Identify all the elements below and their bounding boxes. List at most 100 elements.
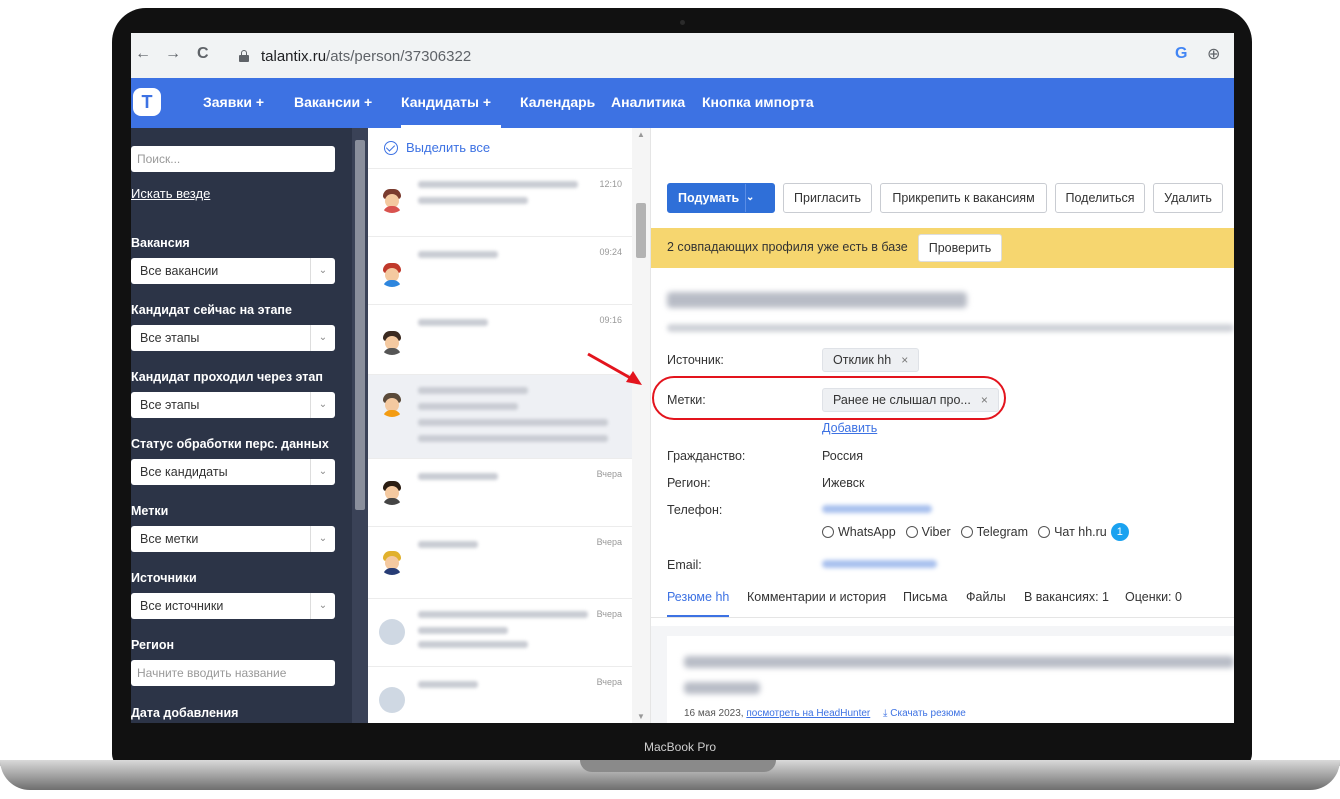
chevron-down-icon[interactable]: ⌄ [745,184,774,212]
candidate-detail: Подумать ⌄ Пригласить Прикрепить к вакан… [651,128,1234,723]
source-chip[interactable]: Отклик hh × [822,348,920,372]
telegram-icon [960,526,973,538]
scrollbar-thumb[interactable] [636,203,646,258]
nav-calendar[interactable]: Календарь [520,94,595,110]
list-item[interactable]: Вчера [368,526,634,598]
phone-value[interactable] [822,505,932,513]
avatar [379,687,405,713]
search-input[interactable]: Поиск... [131,146,335,172]
list-item[interactable]: 09:24 [368,236,634,304]
tab-files[interactable]: Файлы [966,590,1006,604]
filter-label-passed-stage: Кандидат проходил через этап [131,370,323,384]
lock-icon [239,50,249,62]
chevron-down-icon: ⌄ [310,593,335,619]
forward-icon[interactable]: → [165,45,181,63]
back-icon[interactable]: ← [135,45,151,63]
scroll-up-icon[interactable]: ▲ [637,130,645,139]
invite-button[interactable]: Пригласить [783,183,872,213]
list-scrollbar[interactable]: ▲ ▼ [632,128,650,723]
candidate-time: 09:24 [599,247,622,257]
filter-select-tags[interactable]: Все метки ⌄ [131,526,335,552]
filter-value: Все этапы [140,398,200,412]
resume-card: 16 мая 2023, посмотреть на HeadHunter ⤓ … [667,636,1234,723]
chevron-down-icon: ⌄ [310,392,335,418]
list-item[interactable]: Вчера [368,458,634,526]
avatar [379,261,405,287]
search-everywhere-link[interactable]: Искать везде [131,186,210,201]
telegram-link[interactable]: Telegram [960,525,1028,539]
nav-candidates[interactable]: Кандидаты + [401,94,491,110]
browser-toolbar: ← → C talantix.ru/ats/person/37306322 G … [131,33,1234,79]
reload-icon[interactable]: C [197,45,209,63]
sidebar-scrollbar[interactable] [352,128,368,723]
filter-label-date-added: Дата добавления [131,706,239,720]
citizenship-label: Гражданство: [667,449,746,463]
url-host: talantix.ru [261,47,327,65]
select-all-label: Выделить все [406,140,491,155]
tab-resume-hh[interactable]: Резюме hh [667,590,729,604]
email-value[interactable] [822,560,937,568]
list-item[interactable] [368,374,634,458]
delete-button[interactable]: Удалить [1153,183,1223,213]
filter-label-tags: Метки [131,504,169,518]
scroll-down-icon[interactable]: ▼ [637,712,645,721]
hh-chat-link[interactable]: Чат hh.ru 1 [1038,523,1129,541]
filter-value: Все кандидаты [140,465,228,479]
tab-in-vacancies[interactable]: В вакансиях: 1 [1024,590,1109,604]
address-bar[interactable]: talantix.ru/ats/person/37306322 [239,41,1189,71]
filter-select-passed-stage[interactable]: Все этапы ⌄ [131,392,335,418]
whatsapp-link[interactable]: WhatsApp [822,525,896,539]
avatar [379,187,405,213]
filter-select-personal-data[interactable]: Все кандидаты ⌄ [131,459,335,485]
zoom-icon[interactable]: ⊕ [1207,44,1220,64]
resume-meta: 16 мая 2023, посмотреть на HeadHunter ⤓ … [684,708,966,719]
select-all-button[interactable]: Выделить все [384,140,490,155]
tab-ratings[interactable]: Оценки: 0 [1125,590,1182,604]
region-input[interactable]: Начните вводить название [131,660,335,686]
add-tag-link[interactable]: Добавить [822,421,877,435]
share-button[interactable]: Поделиться [1055,183,1145,213]
talantix-logo[interactable]: T [133,88,161,116]
tabs-divider [651,617,1234,618]
filter-value: Все метки [140,532,199,546]
avatar [379,549,405,575]
viber-link[interactable]: Viber [905,525,951,539]
list-item[interactable]: 12:10 [368,168,634,236]
resume-area: 16 мая 2023, посмотреть на HeadHunter ⤓ … [651,626,1234,723]
download-icon: ⤓ [883,708,888,719]
nav-analytics[interactable]: Аналитика [611,94,685,110]
filter-value: Все вакансии [140,264,219,278]
close-icon[interactable]: × [901,353,908,367]
unread-badge: 1 [1110,523,1129,541]
scrollbar-thumb[interactable] [355,140,365,510]
tab-letters[interactable]: Письма [903,590,947,604]
tab-comments-history[interactable]: Комментарии и история [747,590,886,604]
filter-select-current-stage[interactable]: Все этапы ⌄ [131,325,335,351]
messenger-links: WhatsApp Viber Telegram Чат hh.ru 1 [822,523,1139,541]
check-button[interactable]: Проверить [918,234,1002,262]
google-icon[interactable]: G [1175,45,1187,63]
attach-to-vacancies-button[interactable]: Прикрепить к вакансиям [880,183,1047,213]
filter-label-sources: Источники [131,571,197,585]
nav-vacancies[interactable]: Вакансии + [294,94,372,110]
think-button[interactable]: Подумать ⌄ [667,183,775,213]
candidate-time: Вчера [596,469,622,479]
candidate-time: Вчера [596,609,622,619]
filter-select-vacancy[interactable]: Все вакансии ⌄ [131,258,335,284]
download-resume-link[interactable]: ⤓ Скачать резюме [883,708,966,719]
nav-requests[interactable]: Заявки + [203,94,264,110]
candidate-time: 12:10 [599,179,622,189]
hh-chat-label: Чат hh.ru [1054,525,1107,539]
banner-text: 2 совпадающих профиля уже есть в базе [667,240,908,254]
nav-import-button[interactable]: Кнопка импорта [702,94,814,110]
view-on-hh-link[interactable]: посмотреть на HeadHunter [746,708,870,719]
app-nav: T Заявки + Вакансии + Кандидаты + Календ… [131,78,1234,128]
filter-label-region: Регион [131,638,175,652]
filter-select-sources[interactable]: Все источники ⌄ [131,593,335,619]
candidate-summary [667,324,1234,332]
chevron-down-icon: ⌄ [310,526,335,552]
list-item[interactable]: Вчера [368,666,634,723]
list-item[interactable]: Вчера [368,598,634,666]
filter-label-vacancy: Вакансия [131,236,190,250]
laptop-notch [580,760,776,772]
